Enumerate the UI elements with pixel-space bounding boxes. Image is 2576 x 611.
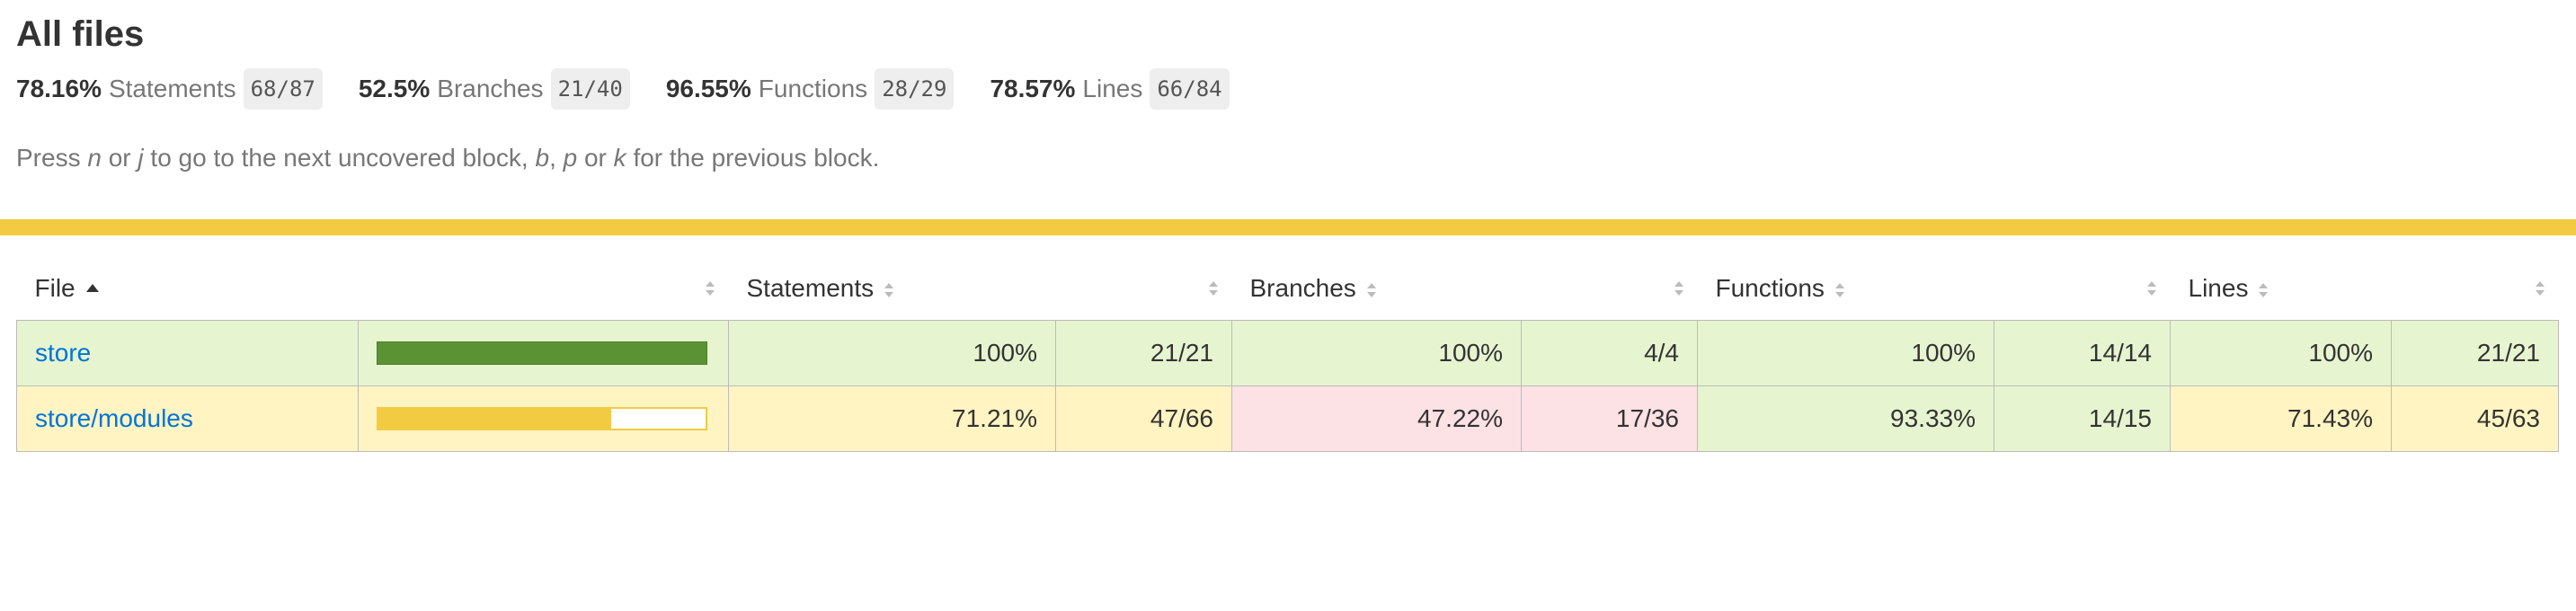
header-functions-count[interactable]	[1994, 257, 2171, 321]
header-branches-label: Branches	[1249, 274, 1356, 302]
statements-pct-cell: 100%	[728, 320, 1056, 386]
lines-pct-cell: 100%	[2170, 320, 2392, 386]
summary-lines-fraction: 66/84	[1150, 68, 1230, 110]
functions-pct-cell: 100%	[1697, 320, 1994, 386]
coverage-table: File Statements Branches Functions Lines…	[16, 257, 2559, 452]
file-link-store-modules[interactable]: store/modules	[35, 404, 193, 432]
header-branches[interactable]: Branches	[1232, 257, 1522, 321]
coverage-bar-cell	[358, 320, 729, 386]
lines-count-cell: 21/21	[2391, 320, 2559, 386]
coverage-bar	[377, 341, 707, 365]
statements-pct-cell: 71.21%	[728, 385, 1056, 452]
summary-functions-fraction: 28/29	[875, 68, 955, 110]
hint-text: or	[101, 144, 138, 172]
coverage-bar-cell	[358, 385, 729, 452]
hint-text: or	[577, 144, 614, 172]
header-file[interactable]: File	[17, 257, 359, 321]
hint-text: Press	[16, 144, 88, 172]
branches-pct-cell: 100%	[1231, 320, 1522, 386]
sort-icon	[884, 281, 894, 299]
summary-lines: 78.57% Lines 66/84	[990, 68, 1230, 110]
hint-key-p: p	[563, 144, 578, 172]
header-lines-count[interactable]	[2392, 257, 2559, 321]
hint-text: to go to the next uncovered block,	[143, 144, 536, 172]
branches-count-cell: 17/36	[1521, 385, 1698, 452]
statements-count-cell: 47/66	[1055, 385, 1232, 452]
summary-branches-fraction: 21/40	[550, 68, 630, 110]
hint-key-k: k	[613, 144, 626, 172]
hint-text: ,	[549, 144, 564, 172]
branches-pct-cell: 47.22%	[1231, 385, 1522, 452]
sort-ascending-icon	[85, 284, 99, 293]
functions-pct-cell: 93.33%	[1697, 385, 1994, 452]
lines-pct-cell: 71.43%	[2170, 385, 2392, 452]
summary-functions-pct: 96.55%	[665, 75, 751, 102]
file-link-store[interactable]: store	[35, 339, 91, 367]
coverage-bar-fill	[378, 409, 612, 429]
file-cell: store	[16, 320, 359, 386]
sort-icon	[1834, 281, 1844, 299]
sort-icon	[1674, 279, 1683, 297]
header-statements-count[interactable]	[1056, 257, 1232, 321]
statements-count-cell: 21/21	[1055, 320, 1232, 386]
header-functions[interactable]: Functions	[1698, 257, 1994, 321]
sort-icon	[2535, 279, 2545, 297]
header-statements-label: Statements	[746, 274, 875, 302]
header-branches-count[interactable]	[1522, 257, 1698, 321]
header-file-label: File	[34, 274, 76, 302]
header-lines-label: Lines	[2188, 274, 2249, 302]
sort-icon	[1208, 279, 1218, 297]
hint-key-n: n	[87, 144, 102, 172]
hint-text: for the previous block.	[626, 144, 880, 172]
summary-statements-pct: 78.16%	[16, 75, 102, 102]
summary-functions: 96.55% Functions 28/29	[666, 68, 955, 110]
coverage-bar-fill	[378, 342, 706, 364]
summary-lines-pct: 78.57%	[990, 75, 1076, 102]
summary-branches-pct: 52.5%	[358, 75, 431, 102]
sort-icon	[1366, 281, 1376, 299]
coverage-bar	[377, 407, 707, 430]
branches-count-cell: 4/4	[1521, 320, 1698, 386]
summary-branches-label: Branches	[437, 75, 544, 102]
coverage-status-bar	[0, 219, 2576, 235]
summary-statements-fraction: 68/87	[243, 68, 323, 110]
sort-icon	[705, 279, 715, 297]
lines-count-cell: 45/63	[2391, 385, 2559, 452]
summary-statements: 78.16% Statements 68/87	[16, 68, 323, 110]
page-title: All files	[16, 14, 145, 54]
table-row: store/modules 71.21% 47/66 47.22% 17/36 …	[16, 385, 2559, 452]
functions-count-cell: 14/14	[1994, 320, 2171, 386]
table-header-row: File Statements Branches Functions Lines	[17, 257, 2559, 321]
summary-lines-label: Lines	[1082, 75, 1143, 102]
table-row: store 100% 21/21 100% 4/4 100% 14/14 100…	[16, 320, 2559, 386]
coverage-report-page: All files 78.16% Statements 68/87 52.5% …	[0, 0, 2576, 611]
sort-icon	[2146, 279, 2156, 297]
coverage-summary: 78.16% Statements 68/87 52.5% Branches 2…	[16, 68, 1266, 110]
header-file-bar[interactable]	[359, 257, 729, 321]
summary-branches: 52.5% Branches 21/40	[359, 68, 630, 110]
hint-key-b: b	[535, 144, 550, 172]
sort-icon	[2259, 281, 2269, 299]
header-functions-label: Functions	[1715, 274, 1825, 302]
file-cell: store/modules	[16, 385, 359, 452]
summary-statements-label: Statements	[108, 75, 236, 102]
header-statements[interactable]: Statements	[729, 257, 1056, 321]
keyboard-hint: Press n or j to go to the next uncovered…	[16, 144, 879, 173]
functions-count-cell: 14/15	[1994, 385, 2171, 452]
header-lines[interactable]: Lines	[2171, 257, 2392, 321]
summary-functions-label: Functions	[758, 75, 868, 102]
